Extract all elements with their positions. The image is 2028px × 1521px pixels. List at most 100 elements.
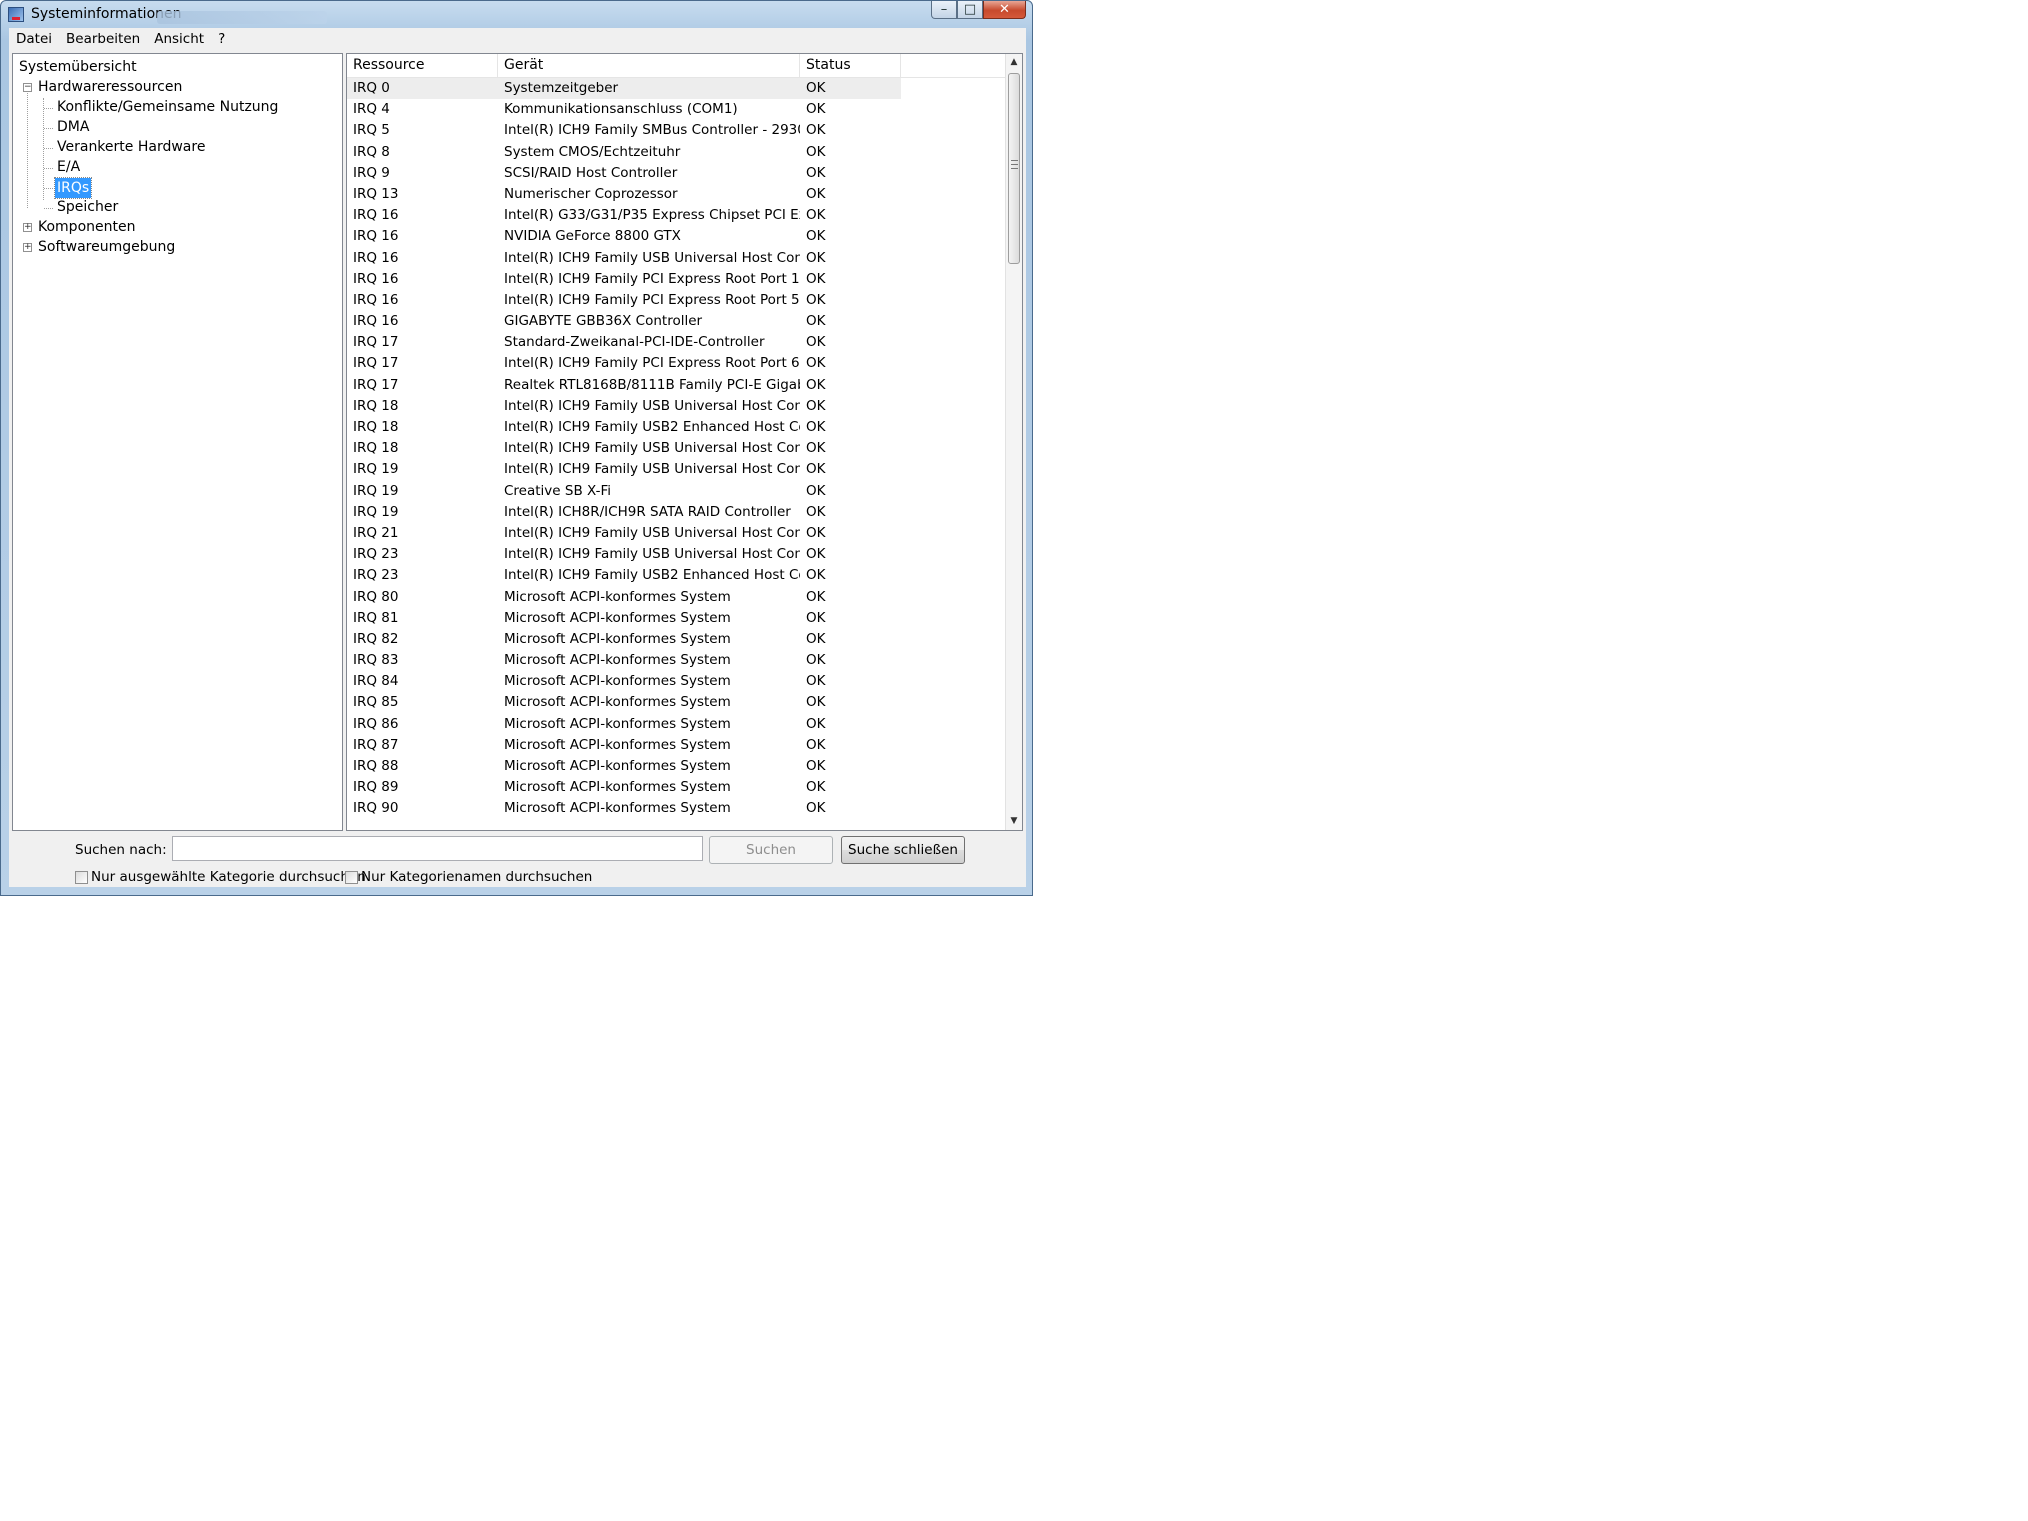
device-cell: Microsoft ACPI-konformes System xyxy=(504,715,731,732)
menu-ansicht[interactable]: Ansicht xyxy=(147,31,211,47)
table-row[interactable]: IRQ 16 Intel(R) ICH9 Family PCI Express R… xyxy=(347,290,1005,311)
column-header-resource[interactable]: Ressource xyxy=(347,54,498,77)
status-cell: OK xyxy=(806,524,826,541)
search-button[interactable]: Suchen xyxy=(709,836,833,864)
table-row[interactable]: IRQ 90 Microsoft ACPI-konformes System OK xyxy=(347,798,1005,819)
minimize-button[interactable]: – xyxy=(931,1,957,19)
column-header-device[interactable]: Gerät xyxy=(498,54,800,77)
arrow-up-icon[interactable]: ▲ xyxy=(1006,54,1022,71)
table-row[interactable]: IRQ 84 Microsoft ACPI-konformes System OK xyxy=(347,671,1005,692)
search-input[interactable] xyxy=(172,836,703,861)
tree-item-memory[interactable]: Speicher xyxy=(57,197,118,217)
table-row[interactable]: IRQ 82 Microsoft ACPI-konformes System OK xyxy=(347,629,1005,650)
title-bar[interactable]: Systeminformationen – □ ✕ xyxy=(1,1,1032,28)
menu-help[interactable]: ? xyxy=(211,31,232,47)
table-row[interactable]: IRQ 9 SCSI/RAID Host Controller OK xyxy=(347,163,1005,184)
device-cell: Microsoft ACPI-konformes System xyxy=(504,779,731,796)
table-row[interactable]: IRQ 80 Microsoft ACPI-konformes System OK xyxy=(347,587,1005,608)
tree-line xyxy=(44,128,53,129)
category-tree[interactable]: Systemübersicht − Hardwareressourcen Kon… xyxy=(12,53,343,831)
table-row[interactable]: IRQ 16 GIGABYTE GBB36X Controller OK xyxy=(347,311,1005,332)
table-row[interactable]: IRQ 5 Intel(R) ICH9 Family SMBus Controll… xyxy=(347,120,1005,141)
status-cell: OK xyxy=(806,440,826,457)
resource-cell: IRQ 18 xyxy=(353,397,399,414)
table-row[interactable]: IRQ 85 Microsoft ACPI-konformes System OK xyxy=(347,692,1005,713)
collapse-icon[interactable]: − xyxy=(23,83,32,92)
checkbox-icon[interactable] xyxy=(345,870,358,884)
tree-item-forced-hardware[interactable]: Verankerte Hardware xyxy=(57,137,205,157)
table-row[interactable]: IRQ 17 Standard-Zweikanal-PCI-IDE-Control… xyxy=(347,332,1005,353)
resource-cell: IRQ 88 xyxy=(353,758,399,774)
table-row[interactable]: IRQ 89 Microsoft ACPI-konformes System OK xyxy=(347,777,1005,798)
status-cell: OK xyxy=(806,482,826,499)
table-row[interactable]: IRQ 18 Intel(R) ICH9 Family USB Universal… xyxy=(347,396,1005,417)
status-cell: OK xyxy=(806,800,826,817)
expand-icon[interactable]: + xyxy=(23,223,32,232)
table-row[interactable]: IRQ 19 Intel(R) ICH8R/ICH9R SATA RAID Con… xyxy=(347,502,1005,523)
close-icon: ✕ xyxy=(999,2,1010,17)
table-row[interactable]: IRQ 13 Numerischer Coprozessor OK xyxy=(347,184,1005,205)
resource-cell: IRQ 16 xyxy=(353,291,399,308)
column-header-status[interactable]: Status xyxy=(800,54,901,77)
device-cell: Intel(R) ICH9 Family USB Universal Host … xyxy=(504,461,800,478)
close-button[interactable]: ✕ xyxy=(983,1,1026,19)
device-cell: Intel(R) ICH9 Family USB Universal Host … xyxy=(504,440,800,457)
checkbox-icon[interactable] xyxy=(75,870,88,884)
tree-item-irqs-selected[interactable]: IRQs xyxy=(53,177,93,199)
table-row[interactable]: IRQ 87 Microsoft ACPI-konformes System OK xyxy=(347,735,1005,756)
table-row[interactable]: IRQ 16 Intel(R) G33/G31/P35 Express Chips… xyxy=(347,205,1005,226)
tree-item-conflicts[interactable]: Konflikte/Gemeinsame Nutzung xyxy=(57,97,278,117)
table-row[interactable]: IRQ 18 Intel(R) ICH9 Family USB2 Enhanced… xyxy=(347,417,1005,438)
table-row[interactable]: IRQ 86 Microsoft ACPI-konformes System OK xyxy=(347,714,1005,735)
table-row[interactable]: IRQ 4 Kommunikationsanschluss (COM1) OK xyxy=(347,99,1005,120)
details-list[interactable]: Ressource Gerät Status IRQ 0 Systemzeitge… xyxy=(346,53,1023,831)
status-cell: OK xyxy=(806,736,826,753)
table-row[interactable]: IRQ 16 Intel(R) ICH9 Family PCI Express R… xyxy=(347,269,1005,290)
table-row[interactable]: IRQ 17 Realtek RTL8168B/8111B Family PCI-… xyxy=(347,375,1005,396)
table-row[interactable]: IRQ 81 Microsoft ACPI-konformes System OK xyxy=(347,608,1005,629)
table-row[interactable]: IRQ 21 Intel(R) ICH9 Family USB Universal… xyxy=(347,523,1005,544)
device-cell: Realtek RTL8168B/8111B Family PCI-E Giga… xyxy=(504,376,800,393)
menu-bearbeiten[interactable]: Bearbeiten xyxy=(59,31,147,47)
tree-item-system-summary[interactable]: Systemübersicht xyxy=(19,57,137,77)
table-row[interactable]: IRQ 18 Intel(R) ICH9 Family USB Universal… xyxy=(347,438,1005,459)
tree-item-hardware-resources[interactable]: Hardwareressourcen xyxy=(38,77,182,97)
status-cell: OK xyxy=(806,122,826,139)
table-row[interactable]: IRQ 19 Creative SB X-Fi OK xyxy=(347,481,1005,502)
status-cell: OK xyxy=(806,503,826,520)
resource-cell: IRQ 18 xyxy=(353,440,399,457)
tree-item-dma[interactable]: DMA xyxy=(57,117,89,137)
tree-item-components[interactable]: Komponenten xyxy=(38,217,135,237)
table-row[interactable]: IRQ 23 Intel(R) ICH9 Family USB Universal… xyxy=(347,544,1005,565)
list-header: Ressource Gerät Status xyxy=(347,54,1005,78)
close-search-button[interactable]: Suche schließen xyxy=(841,836,965,864)
resource-cell: IRQ 4 xyxy=(353,101,390,118)
maximize-button[interactable]: □ xyxy=(957,1,983,19)
tree-item-io[interactable]: E/A xyxy=(57,157,80,177)
only-selected-category-checkbox[interactable]: Nur ausgewählte Kategorie durchsuchen xyxy=(75,869,366,885)
arrow-down-icon[interactable]: ▼ xyxy=(1006,813,1022,830)
resource-cell: IRQ 8 xyxy=(353,143,390,160)
resource-cell: IRQ 23 xyxy=(353,567,399,584)
expand-icon[interactable]: + xyxy=(23,243,32,252)
status-cell: OK xyxy=(806,630,826,647)
tree-item-software-environment[interactable]: Softwareumgebung xyxy=(38,237,175,257)
table-row[interactable]: IRQ 19 Intel(R) ICH9 Family USB Universal… xyxy=(347,459,1005,480)
blurred-background-title xyxy=(157,11,327,24)
table-row[interactable]: IRQ 88 Microsoft ACPI-konformes System OK xyxy=(347,756,1005,777)
only-category-names-checkbox[interactable]: Nur Kategorienamen durchsuchen xyxy=(345,869,592,885)
table-row[interactable]: IRQ 83 Microsoft ACPI-konformes System OK xyxy=(347,650,1005,671)
table-row[interactable]: IRQ 16 Intel(R) ICH9 Family USB Universal… xyxy=(347,248,1005,269)
resource-cell: IRQ 84 xyxy=(353,673,399,690)
tree-line xyxy=(44,188,53,189)
table-row[interactable]: IRQ 0 Systemzeitgeber OK xyxy=(347,78,901,100)
resource-cell: IRQ 85 xyxy=(353,694,399,711)
scrollbar-thumb[interactable] xyxy=(1008,73,1020,264)
table-row[interactable]: IRQ 23 Intel(R) ICH9 Family USB2 Enhanced… xyxy=(347,565,1005,586)
table-row[interactable]: IRQ 16 NVIDIA GeForce 8800 GTX OK xyxy=(347,226,1005,247)
table-row[interactable]: IRQ 17 Intel(R) ICH9 Family PCI Express R… xyxy=(347,353,1005,374)
menu-datei[interactable]: Datei xyxy=(9,31,59,47)
table-row[interactable]: IRQ 8 System CMOS/Echtzeituhr OK xyxy=(347,142,1005,163)
vertical-scrollbar[interactable]: ▲ ▼ xyxy=(1005,54,1022,830)
list-rows: IRQ 0 Systemzeitgeber OK IRQ 4 Kommunikation… xyxy=(347,78,1005,820)
